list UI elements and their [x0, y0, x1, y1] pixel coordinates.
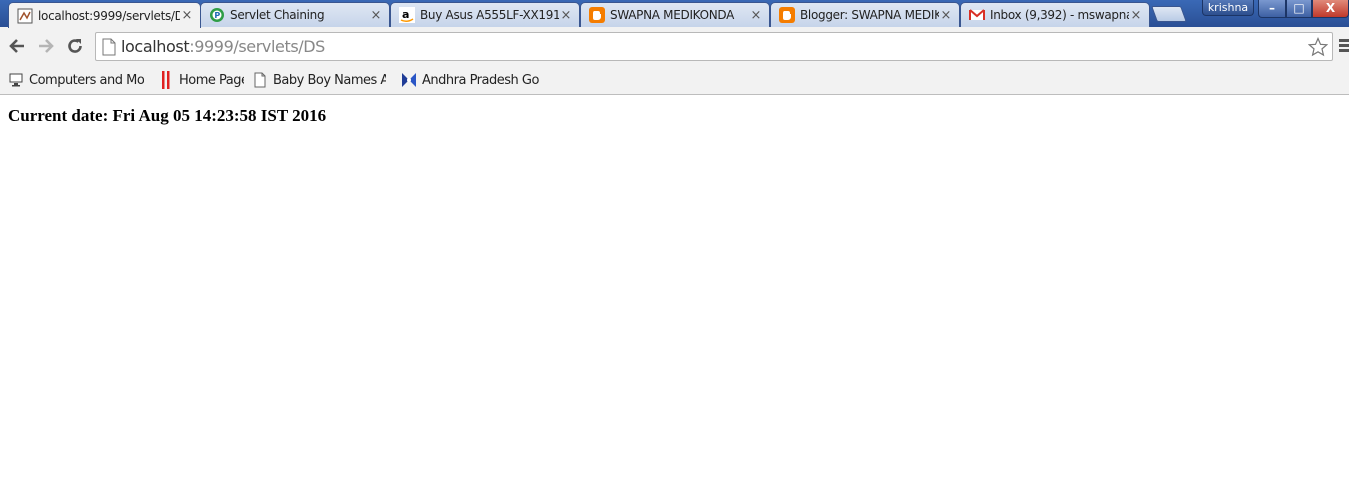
back-button[interactable] [6, 35, 28, 57]
tab-title: SWAPNA MEDIKONDA [610, 8, 735, 22]
tab-amazon[interactable]: a Buy Asus A555LF-XX191T × [390, 2, 580, 27]
tab-strip: localhost:9999/servlets/DS × P Servlet C… [0, 0, 1349, 28]
minimize-button[interactable]: – [1258, 0, 1286, 18]
reload-icon [68, 39, 82, 53]
circle-p-icon: P [209, 7, 225, 23]
tab-swapna-medikonda[interactable]: SWAPNA MEDIKONDA × [580, 2, 770, 27]
tab-close-button[interactable]: × [1129, 8, 1143, 23]
tab-close-button[interactable]: × [749, 8, 763, 23]
bookmark-baby-boy-names[interactable]: Baby Boy Names A to [252, 69, 386, 91]
arrow-left-icon [9, 39, 24, 53]
amazon-icon: a [399, 7, 415, 23]
user-profile-badge[interactable]: krishna [1202, 0, 1254, 16]
svg-text:P: P [214, 11, 220, 20]
page-icon [102, 38, 116, 55]
tab-localhost[interactable]: localhost:9999/servlets/DS × [8, 2, 201, 28]
tab-gmail-inbox[interactable]: Inbox (9,392) - mswapna × [960, 2, 1150, 27]
menu-button[interactable] [1339, 39, 1349, 55]
close-window-button[interactable]: X [1312, 0, 1349, 18]
tab-servlet-chaining[interactable]: P Servlet Chaining × [200, 2, 390, 27]
bookmark-home-page[interactable]: Home Page [158, 69, 244, 91]
tab-close-button[interactable]: × [559, 8, 573, 23]
blogger-icon [779, 7, 795, 23]
computer-icon [8, 72, 24, 88]
gmail-icon [969, 7, 985, 23]
page-icon [17, 8, 33, 24]
page-icon [252, 72, 268, 88]
current-date-heading: Current date: Fri Aug 05 14:23:58 IST 20… [8, 106, 327, 125]
reload-button[interactable] [64, 35, 86, 57]
tab-title: Inbox (9,392) - mswapna [990, 8, 1129, 22]
ap-logo-icon [401, 72, 417, 88]
tab-close-button[interactable]: × [939, 8, 953, 23]
bookmark-computers-and-more[interactable]: Computers and More [8, 69, 144, 91]
page-content: Current date: Fri Aug 05 14:23:58 IST 20… [0, 96, 1349, 485]
bookmarks-bar: Computers and More Home Page Baby Boy Na… [0, 65, 1349, 95]
svg-text:a: a [402, 8, 409, 21]
tab-title: Servlet Chaining [230, 8, 325, 22]
tab-title: Buy Asus A555LF-XX191T [420, 8, 559, 22]
blogger-icon [589, 7, 605, 23]
arrow-right-icon [39, 39, 54, 53]
address-bar[interactable]: localhost:9999/servlets/DS [95, 32, 1333, 61]
tab-close-button[interactable]: × [180, 8, 194, 23]
browser-toolbar: localhost:9999/servlets/DS [0, 27, 1349, 65]
tab-title: localhost:9999/servlets/DS [38, 8, 180, 23]
bookmark-star-icon[interactable] [1308, 37, 1328, 57]
url-text: localhost:9999/servlets/DS [121, 37, 325, 56]
new-tab-button[interactable] [1151, 6, 1187, 22]
tab-title: Blogger: SWAPNA MEDIKONDA [800, 8, 939, 22]
bookmark-andhra-pradesh-govt[interactable]: Andhra Pradesh Govt [401, 69, 539, 91]
forward-button[interactable] [35, 35, 57, 57]
tab-close-button[interactable]: × [369, 8, 383, 23]
tab-blogger[interactable]: Blogger: SWAPNA MEDIKONDA × [770, 2, 960, 27]
maximize-button[interactable]: □ [1286, 0, 1312, 18]
red-bars-icon [158, 71, 174, 89]
